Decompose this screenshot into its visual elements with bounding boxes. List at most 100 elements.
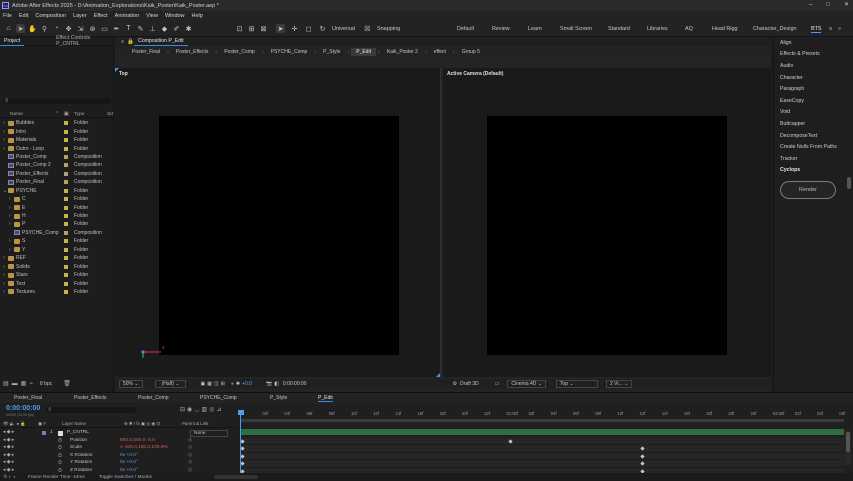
timeline-tab-p-edit[interactable]: P_Edit <box>318 395 333 402</box>
label-color-swatch[interactable] <box>64 273 68 278</box>
keyframe-nav-icon[interactable]: ◂ ◆ ▸ <box>3 430 14 435</box>
label-color-swatch[interactable] <box>64 154 68 159</box>
viewer-left[interactable]: Top x <box>115 68 441 377</box>
workspace-standard[interactable]: Standard <box>608 26 630 32</box>
label-color-swatch[interactable] <box>64 129 68 134</box>
timeline-tab-poster-effects[interactable]: Poster_Effects <box>74 395 106 401</box>
bpc-indicator[interactable]: 8 bpc <box>40 381 52 387</box>
eraser-tool-icon[interactable]: ◆ <box>160 24 169 33</box>
zoom-tool-icon[interactable]: ⚲ <box>40 24 49 33</box>
project-item[interactable]: › C Folder <box>0 195 114 203</box>
layer-name[interactable]: P_CNTRL <box>67 430 89 435</box>
close-button[interactable]: ✕ <box>844 1 849 8</box>
col-type[interactable]: Type <box>74 112 84 117</box>
menu-edit[interactable]: Edit <box>19 13 28 19</box>
toggle-switches-modes[interactable]: Toggle Switches / Modes <box>99 475 152 480</box>
type-tool-icon[interactable]: T <box>124 24 133 33</box>
current-timecode[interactable]: 0:00:00:00 <box>6 405 40 412</box>
pan-behind-icon[interactable]: ⊛ <box>88 24 97 33</box>
menu-help[interactable]: Help <box>192 13 203 19</box>
property-row[interactable]: ◂ ◆ ▸ ⏱ X Rotation 0x +0.0° ◎ <box>0 453 238 461</box>
panel-buttcapper[interactable]: Buttcapper <box>774 118 853 130</box>
local-axis-icon[interactable]: ⊡ <box>235 24 244 33</box>
clone-stamp-icon[interactable]: ⊥ <box>148 24 157 33</box>
col-parent[interactable]: Parent & Link <box>182 421 208 426</box>
minimize-button[interactable]: – <box>809 2 812 8</box>
project-item[interactable]: › S Folder <box>0 237 114 245</box>
comp-tab-poster-final[interactable]: Poster_Final <box>127 48 165 56</box>
keyframe-icon[interactable] <box>640 446 645 451</box>
sort-icon[interactable]: ⌃ <box>55 112 59 117</box>
comp-canvas-left[interactable] <box>159 116 399 355</box>
panel-tracker[interactable]: Tracker <box>774 153 853 165</box>
universal-label[interactable]: Universal <box>332 26 355 32</box>
timeline-tab-poster-comp[interactable]: Poster_Comp <box>138 395 169 401</box>
zoom-select[interactable]: 50% ⌄ <box>119 380 143 388</box>
menu-animation[interactable]: Animation <box>115 13 139 19</box>
work-area-bar[interactable] <box>240 419 844 422</box>
label-color-swatch[interactable] <box>64 239 68 244</box>
playhead-handle[interactable] <box>238 410 244 415</box>
hand-tool-icon[interactable]: ✋ <box>28 24 37 33</box>
comp-tab-p-edit[interactable]: P_Edit <box>351 47 376 56</box>
project-item[interactable]: › Solids Folder <box>0 262 114 270</box>
comp-tab-kaik-poster-2[interactable]: Kaik_Poster 2 <box>382 48 423 56</box>
comp-tab-p-style[interactable]: P_Style <box>318 48 345 56</box>
keyframe-icon[interactable] <box>240 454 245 459</box>
workspace-bts[interactable]: BTS <box>811 26 822 33</box>
hamburger-icon[interactable]: ≡ <box>121 39 124 45</box>
timeline-scrollbar[interactable] <box>845 431 851 465</box>
panel-character[interactable]: Character <box>774 72 853 84</box>
new-folder-icon[interactable]: ▬ <box>12 381 18 387</box>
project-item[interactable]: › E Folder <box>0 203 114 211</box>
col-layer-name[interactable]: Layer Name <box>62 421 86 426</box>
project-item[interactable]: › Materials Folder <box>0 136 114 144</box>
dolly-camera-icon[interactable]: ⇲ <box>76 24 85 33</box>
tab-effect-controls[interactable]: Effect Controls P_CNTRL <box>52 35 113 47</box>
stopwatch-icon[interactable]: ⏱ <box>58 460 62 466</box>
property-row[interactable]: ◂ ◆ ▸ ⏱ Scale ∞ 100.0,100.0,100.0% ◎ <box>0 445 238 453</box>
project-item[interactable]: Poster_Comp 2 Composition <box>0 161 114 169</box>
label-color-swatch[interactable] <box>64 264 68 269</box>
move-icon[interactable]: ✛ <box>290 24 299 33</box>
property-row[interactable]: ◂ ◆ ▸ ⏱ Position 960.0,540.0,-0.0 ◎ <box>0 438 238 446</box>
label-color-swatch[interactable] <box>64 180 68 185</box>
channel-icon[interactable]: ● <box>231 381 234 387</box>
property-track[interactable] <box>240 460 844 468</box>
expression-icon[interactable]: ◎ <box>188 438 192 443</box>
expression-icon[interactable]: ◎ <box>188 453 192 458</box>
menu-composition[interactable]: Composition <box>35 13 66 19</box>
zoom-slider[interactable] <box>213 475 258 479</box>
show-snapshot-icon[interactable]: ◧ <box>274 381 279 387</box>
pan-camera-icon[interactable]: ✥ <box>64 24 73 33</box>
col-size[interactable]: Siz <box>107 112 114 117</box>
panel-easecopy[interactable]: EaseCopy <box>774 95 853 107</box>
label-color-swatch[interactable] <box>64 188 68 193</box>
stopwatch-icon[interactable]: ⏱ <box>58 445 62 451</box>
comp-timecode[interactable]: 0:00:00:00 <box>283 381 307 387</box>
comp-tab-poster-effects[interactable]: Poster_Effects <box>171 48 213 56</box>
label-color-swatch[interactable] <box>64 247 68 252</box>
menu-window[interactable]: Window <box>165 13 185 19</box>
panel-cyclops[interactable]: Cyclops <box>774 165 853 177</box>
parent-select[interactable]: None <box>190 430 228 437</box>
project-item[interactable]: ⌄ PSYCHE Folder <box>0 187 114 195</box>
property-track[interactable] <box>240 445 844 453</box>
workspace-learn[interactable]: Learn <box>528 26 542 32</box>
viewer-right[interactable]: Active Camera (Default) <box>443 68 771 377</box>
draft-3d-icon[interactable]: ◉ <box>187 406 192 413</box>
keyframe-nav-icon[interactable]: ◂ ◆ ▸ <box>3 460 14 465</box>
timeline-search-input[interactable]: ⚲ <box>46 407 136 413</box>
stopwatch-icon[interactable]: ⏱ <box>58 453 62 459</box>
comp-tab-poster-comp[interactable]: Poster_Comp <box>219 48 260 56</box>
frame-blending-icon[interactable]: ▥ <box>202 406 208 413</box>
project-item[interactable]: Poster_Final Composition <box>0 178 114 186</box>
project-item[interactable]: › Outro - Loop Folder <box>0 144 114 152</box>
keyframe-icon[interactable] <box>508 438 513 444</box>
orbit-camera-icon[interactable]: ◔ <box>52 24 61 33</box>
keyframe-icon[interactable] <box>240 446 245 451</box>
exposure-value[interactable]: +0.0 <box>242 381 252 387</box>
workspace-libraries[interactable]: Libraries <box>647 26 668 32</box>
label-color-swatch[interactable] <box>64 146 68 151</box>
snapping-checkbox[interactable]: ☒ <box>363 24 372 33</box>
